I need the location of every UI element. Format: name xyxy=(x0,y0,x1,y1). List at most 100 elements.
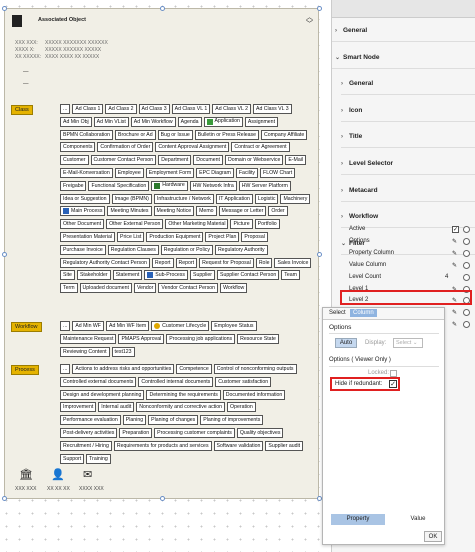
object-chip[interactable]: Sales Invoice xyxy=(274,257,312,268)
object-chip[interactable]: Freigabe xyxy=(60,180,87,191)
tag-process[interactable]: Process xyxy=(11,365,39,375)
object-chip[interactable]: Agenda xyxy=(177,116,202,127)
object-chip[interactable]: Report xyxy=(151,257,174,268)
object-chip[interactable]: Actions to address risks and opportuniti… xyxy=(72,364,175,374)
object-chip[interactable]: Design and development planning xyxy=(60,389,145,400)
object-chip[interactable]: Resource State xyxy=(237,333,279,344)
object-chip[interactable]: Application xyxy=(203,116,243,127)
edit-icon[interactable]: ✎ xyxy=(452,262,457,269)
object-chip[interactable]: Project Plan xyxy=(205,232,240,242)
object-chip[interactable]: Term xyxy=(60,283,78,294)
tag-class[interactable]: Class xyxy=(11,105,33,115)
envelope-icon[interactable]: ✉ xyxy=(83,468,92,481)
object-chip[interactable]: ... xyxy=(60,321,71,331)
ok-button[interactable]: OK xyxy=(424,531,442,542)
remove-icon[interactable] xyxy=(463,273,470,281)
object-chip[interactable]: Regulation or Policy xyxy=(160,244,213,255)
object-chip[interactable]: Main Process xyxy=(60,206,106,217)
object-chip[interactable]: E-Mail-Konversation xyxy=(60,168,113,178)
panel-section[interactable]: › Level Selector xyxy=(341,160,393,167)
object-chip[interactable]: Meeting Minutes xyxy=(107,206,152,217)
object-chip[interactable]: Reviewing Content xyxy=(60,346,110,357)
object-chip[interactable]: Supplier audit xyxy=(265,440,304,451)
object-chip[interactable]: Memo xyxy=(196,206,217,217)
object-chip[interactable]: Ad Min Workflow xyxy=(130,116,176,127)
object-chip[interactable]: Planing of changes xyxy=(148,415,199,426)
object-chip[interactable]: Regulatory Authority xyxy=(214,244,268,255)
object-chip[interactable]: Uploaded document xyxy=(79,283,132,294)
object-chip[interactable]: Regulatory Authority Contact Person xyxy=(60,257,150,268)
user-icon[interactable]: 👤 xyxy=(51,468,65,481)
object-chip[interactable]: Other External Person xyxy=(106,219,164,230)
object-chip[interactable]: Determining the requirements xyxy=(146,389,221,400)
object-chip[interactable]: Software validation xyxy=(213,440,264,451)
filter-item[interactable]: Value Column xyxy=(349,262,386,268)
object-chip[interactable]: Portfolio xyxy=(254,219,280,230)
object-chip[interactable]: BPMN Collaboration xyxy=(60,129,113,140)
object-chip[interactable]: Nonconformity and corrective action xyxy=(136,402,226,413)
object-chip[interactable]: Other Document xyxy=(60,219,105,230)
object-chip[interactable]: Customer Lifecycle xyxy=(151,321,210,331)
object-chip[interactable]: Planing xyxy=(122,415,147,426)
panel-section[interactable]: › Title xyxy=(341,133,362,140)
object-chip[interactable]: Processing customer complaints xyxy=(154,428,235,438)
object-chip[interactable]: Operation xyxy=(227,402,256,413)
object-chip[interactable]: Facility xyxy=(235,168,259,178)
object-chip[interactable]: FLOW Chart xyxy=(260,168,296,178)
level-count-value[interactable]: 4 xyxy=(445,274,448,280)
object-chip[interactable]: Customer xyxy=(60,155,89,166)
object-chip[interactable]: Vendor xyxy=(133,283,157,294)
object-chip[interactable]: Brochure or Ad xyxy=(115,129,156,140)
object-chip[interactable]: Role xyxy=(255,257,273,268)
object-chip[interactable]: Proposal xyxy=(241,232,268,242)
resize-handle[interactable] xyxy=(317,6,322,11)
object-chip[interactable]: Documented information xyxy=(222,389,286,400)
object-chip[interactable]: Image (BPMN) xyxy=(111,193,152,204)
object-chip[interactable]: Bug or Issue xyxy=(157,129,193,140)
object-chip[interactable]: Picture xyxy=(230,219,253,230)
panel-section[interactable]: › General xyxy=(335,27,367,34)
filter-item[interactable]: Active xyxy=(349,226,365,232)
object-chip[interactable]: HW Network Infra xyxy=(189,180,237,191)
tab-select[interactable]: Select xyxy=(329,310,346,316)
object-chip[interactable]: Customer satisfaction xyxy=(215,376,272,387)
object-chip[interactable]: Meeting Notice xyxy=(153,206,195,217)
object-chip[interactable]: Ad Class 2 xyxy=(105,104,137,114)
object-chip[interactable]: Ad Class VL 2 xyxy=(212,104,251,114)
chevron-down-icon[interactable]: ﹀ xyxy=(306,19,313,29)
object-chip[interactable]: Recruitment / Hiring xyxy=(60,440,112,451)
object-chip[interactable]: Message or Letter xyxy=(218,206,267,217)
object-chip[interactable]: Purchase Invoice xyxy=(60,244,106,255)
resize-handle[interactable] xyxy=(2,496,7,501)
object-chip[interactable]: Contract or Agreement xyxy=(231,142,290,153)
object-chip[interactable]: Idea or Suggestion xyxy=(60,193,110,204)
panel-section[interactable]: ⌄ Smart Node xyxy=(335,54,379,61)
object-chip[interactable]: PMAPS Approval xyxy=(118,333,165,344)
active-checkbox[interactable]: ✓ xyxy=(452,226,459,233)
panel-section[interactable]: › General xyxy=(341,80,373,87)
filter-item[interactable]: Options xyxy=(349,238,370,244)
object-chip[interactable]: Ad Class 1 xyxy=(72,104,104,114)
tab-column[interactable]: Column xyxy=(350,309,377,317)
resize-handle[interactable] xyxy=(160,6,165,11)
object-chip[interactable]: Training xyxy=(86,453,111,464)
object-chip[interactable]: Controlled external documents xyxy=(60,376,137,387)
object-chip[interactable]: Control of nonconforming outputs xyxy=(213,364,297,374)
object-chip[interactable]: Functional Specification xyxy=(88,180,150,191)
object-chip[interactable]: Employment Form xyxy=(145,168,195,178)
object-chip[interactable]: Controlled internal documents xyxy=(138,376,214,387)
object-chip[interactable]: Ad Min WF xyxy=(72,321,104,331)
remove-icon[interactable] xyxy=(463,249,470,257)
resize-handle[interactable] xyxy=(2,6,7,11)
remove-icon[interactable] xyxy=(463,226,470,233)
object-chip[interactable]: Document xyxy=(193,155,223,166)
object-chip[interactable]: Infrastructure / Network xyxy=(153,193,214,204)
panel-section[interactable]: › Workflow xyxy=(341,213,378,220)
object-chip[interactable]: Components xyxy=(60,142,96,153)
panel-section[interactable]: › Icon xyxy=(341,107,362,114)
object-chip[interactable]: Quality objectives xyxy=(236,428,284,438)
smart-node-card[interactable]: Associated Object ︿ ﹀ XXX XXX: XXXXX XXXX… xyxy=(4,8,319,499)
object-chip[interactable]: ... xyxy=(60,364,71,374)
object-chip[interactable]: Ad Min VList xyxy=(93,116,129,127)
display-select[interactable]: Select ⌄ xyxy=(393,338,423,348)
